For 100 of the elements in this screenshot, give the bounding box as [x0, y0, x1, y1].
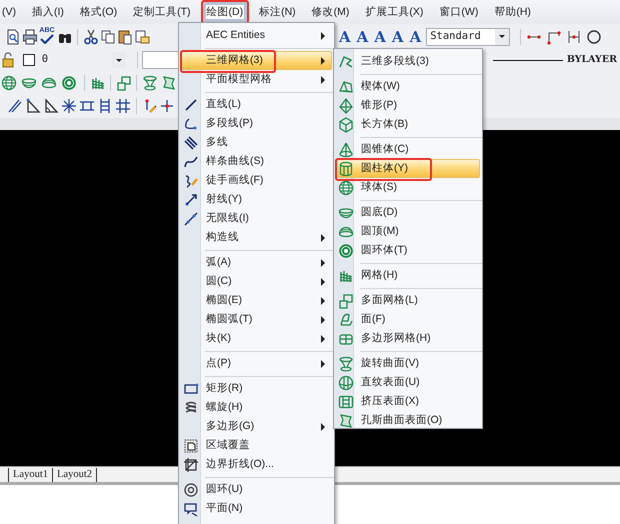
printer-icon[interactable]: [22, 28, 38, 44]
linetype-field[interactable]: [142, 51, 180, 69]
aligned-dimension-icon[interactable]: [6, 98, 22, 114]
menu-bar-item[interactable]: 窗口(W): [433, 0, 484, 24]
text-tool-button[interactable]: A: [371, 28, 389, 46]
cross-point-icon[interactable]: [158, 98, 174, 114]
clipboard-icon[interactable]: [116, 28, 132, 44]
menu-bar-item[interactable]: 修改(M): [306, 0, 356, 24]
menu-item[interactable]: 样条曲线(S): [181, 152, 332, 171]
menu-item[interactable]: 长方体(B): [336, 115, 480, 134]
menu-item[interactable]: 楔体(W): [336, 77, 480, 96]
lineweight-dropdown[interactable]: BYLAYER: [486, 51, 620, 69]
text-tool-button[interactable]: A: [354, 28, 372, 46]
menu-item[interactable]: 圆顶(M): [336, 222, 480, 241]
menu-item[interactable]: 网格(H): [336, 266, 480, 285]
baseline-dimension-icon[interactable]: [566, 28, 582, 44]
submenu-arrow-icon: [321, 56, 325, 64]
menu-item[interactable]: 弧(A): [181, 253, 332, 272]
ordinate-dimension-icon[interactable]: [546, 28, 562, 44]
menu-item[interactable]: 椭圆弧(T): [181, 310, 332, 329]
menu-item[interactable]: 三维网格(3): [181, 51, 332, 70]
menu-item[interactable]: 旋转曲面(V): [336, 354, 480, 373]
layer-dropdown[interactable]: 0: [16, 51, 128, 69]
menu-item[interactable]: 椭圆(E): [181, 291, 332, 310]
text-tool-button[interactable]: A: [406, 28, 424, 46]
menu-item[interactable]: 徒手画线(F): [181, 171, 332, 190]
menu-item[interactable]: 圆底(D): [336, 203, 480, 222]
polyline-icon: [183, 116, 199, 132]
menu-item[interactable]: 多面网格(L): [336, 291, 480, 310]
color-swatch-icon: [20, 52, 37, 68]
menu-item[interactable]: 多边形(G): [181, 417, 332, 436]
menu-item[interactable]: 平面(N): [181, 499, 332, 518]
box-icon: [338, 117, 354, 133]
submenu-arrow-icon: [321, 316, 325, 324]
sphere-icon: [338, 180, 354, 196]
menu-item[interactable]: 圆(C): [181, 272, 332, 291]
xline-icon: [183, 211, 199, 227]
menu-bar-item[interactable]: 插入(I): [26, 0, 70, 24]
page-clip-icon[interactable]: [134, 28, 150, 44]
mesh-icon: [338, 268, 354, 284]
copy-icon[interactable]: [100, 28, 116, 44]
submenu-arrow-icon: [321, 360, 325, 368]
menu-item[interactable]: 块(K): [181, 329, 332, 348]
submenu-arrow-icon: [321, 32, 325, 40]
submenu-arrow-icon: [321, 278, 325, 286]
submenu-arrow-icon: [321, 234, 325, 242]
menu-item[interactable]: 面(F): [336, 310, 480, 329]
lock-icon[interactable]: [0, 52, 16, 68]
submenu-arrow-icon: [321, 422, 325, 430]
menu-item[interactable]: 孔斯曲面表面(O): [336, 411, 480, 428]
menu-item[interactable]: 三维多段线(3): [336, 52, 480, 71]
menu-item[interactable]: 锥形(P): [336, 96, 480, 115]
angle-icon[interactable]: [42, 98, 58, 114]
menu-item[interactable]: 圆柱体(Y): [336, 159, 480, 178]
menu-bar-item[interactable]: 定制工具(T): [127, 0, 197, 24]
menu-item[interactable]: 直纹表面(U): [336, 373, 480, 392]
menu-item[interactable]: 直线(L): [181, 95, 332, 114]
menu-item[interactable]: 球体(S): [336, 178, 480, 197]
menu-item[interactable]: 区域覆盖: [181, 436, 332, 455]
menu-item[interactable]: 矩形(R): [181, 379, 332, 398]
menu-item[interactable]: 多边形网格(H): [336, 329, 480, 348]
wedge-icon: [338, 79, 354, 95]
spline-icon: [183, 154, 199, 170]
menu-item[interactable]: 挤压表面(X): [336, 392, 480, 411]
menu-item[interactable]: 构造线: [181, 228, 332, 247]
asterisk-icon[interactable]: [60, 98, 76, 114]
menu-item[interactable]: 圆环(U): [181, 480, 332, 499]
torus-icon: [338, 243, 354, 259]
scissors-icon[interactable]: [82, 28, 98, 44]
menu-item[interactable]: AEC Entities: [181, 26, 332, 45]
circle-icon[interactable]: [586, 28, 602, 44]
text-tool-button[interactable]: A: [336, 28, 354, 46]
text-tool-button[interactable]: A: [388, 28, 407, 46]
page-search-icon[interactable]: [4, 28, 20, 44]
menu-bar-item[interactable]: 扩展工具(X): [359, 0, 430, 24]
menu-item[interactable]: 点(P): [181, 354, 332, 373]
menu-item[interactable]: 多线: [181, 133, 332, 152]
submenu-arrow-icon: [321, 258, 325, 266]
menu-item[interactable]: 多段线(P): [181, 114, 332, 133]
menu-item[interactable]: 边界折线(O)...: [181, 455, 332, 474]
menu-bar-item[interactable]: 标注(N): [253, 0, 302, 24]
menu-item[interactable]: 无限线(I): [181, 209, 332, 228]
text-style-dropdown[interactable]: Standard: [426, 28, 510, 46]
menu-bar-item[interactable]: (V): [0, 0, 22, 24]
menu-item[interactable]: 螺旋(H): [181, 398, 332, 417]
boundary-icon: [183, 457, 199, 473]
menu-item[interactable]: 圆环体(T): [336, 241, 480, 260]
menu-item[interactable]: 圆锥体(C): [336, 140, 480, 159]
menu-bar-item[interactable]: 格式(O): [74, 0, 124, 24]
menu-bar-item[interactable]: 帮助(H): [488, 0, 537, 24]
menu-bar-item[interactable]: 绘图(D): [200, 0, 250, 24]
grid-icon[interactable]: [114, 98, 130, 114]
donut-icon: [183, 482, 199, 498]
menu-item[interactable]: 平面模型网格: [181, 70, 332, 89]
torus-icon[interactable]: [60, 74, 76, 90]
menu-item[interactable]: 射线(Y): [181, 190, 332, 209]
freehand-icon: [183, 173, 199, 189]
triangle-icon[interactable]: [24, 98, 40, 114]
dome-icon: [338, 224, 354, 240]
sphere-icon[interactable]: [0, 74, 16, 90]
